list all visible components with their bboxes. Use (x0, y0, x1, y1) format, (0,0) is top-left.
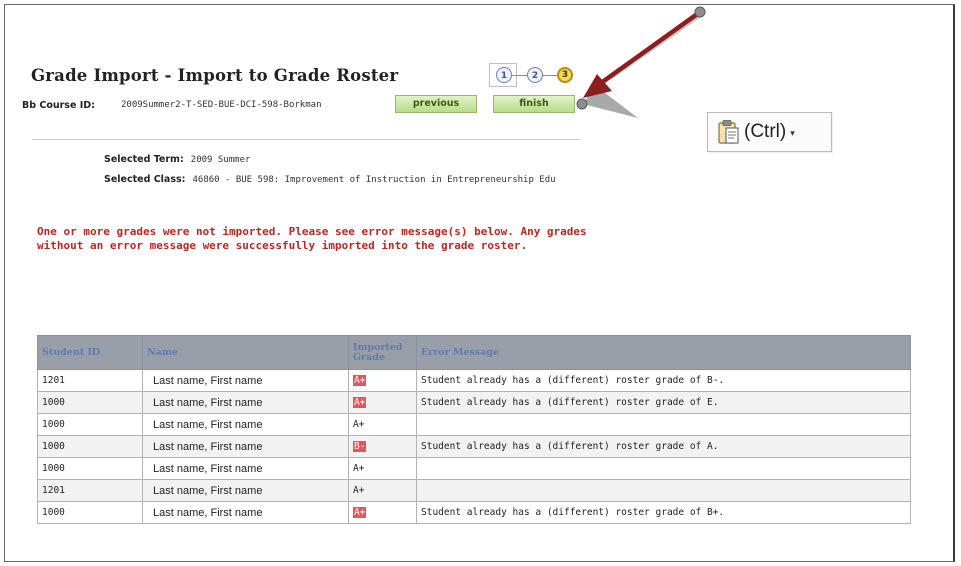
table-row: 1201 Last name, First name A+ Student al… (37, 369, 911, 392)
student-id-cell: 1000 (37, 457, 143, 480)
selected-class-label: Selected Class: (104, 174, 186, 185)
student-name-cell: Last name, First name (142, 413, 349, 436)
grade-roster-table: Student ID Name Imported Grade Error Mes… (37, 335, 911, 524)
student-name-cell: Last name, First name (142, 391, 349, 414)
step-2-indicator[interactable]: 2 (527, 67, 543, 83)
chevron-down-icon: ▾ (790, 128, 795, 139)
student-name-cell: Last name, First name (142, 479, 349, 502)
student-id-cell: 1000 (37, 501, 143, 524)
imported-grade-cell: A+ (348, 479, 417, 502)
student-id-cell: 1201 (37, 479, 143, 502)
error-message-cell: Student already has a (different) roster… (416, 391, 911, 414)
column-header-student-id[interactable]: Student ID (37, 335, 143, 370)
step-3-indicator[interactable]: 3 (557, 67, 573, 83)
flagged-grade: A+ (353, 375, 367, 386)
imported-grade-cell: A+ (348, 369, 417, 392)
table-header-row: Student ID Name Imported Grade Error Mes… (37, 335, 911, 370)
imported-grade-cell: A+ (348, 391, 417, 414)
error-message-cell (416, 479, 911, 502)
flagged-grade: A+ (353, 507, 367, 518)
table-row: 1000 Last name, First name A+ (37, 413, 911, 436)
course-id-value: 2009Summer2-T-SED-BUE-DCI-598-Borkman (121, 100, 322, 110)
selected-term-row: Selected Term: 2009 Summer (104, 154, 250, 165)
import-error-message: One or more grades were not imported. Pl… (37, 225, 587, 252)
student-name-cell: Last name, First name (142, 501, 349, 524)
course-id-row: Bb Course ID: 2009Summer2-T-SED-BUE-DCI-… (22, 100, 321, 111)
student-id-cell: 1000 (37, 391, 143, 414)
imported-grade-cell: A+ (348, 413, 417, 436)
student-name-cell: Last name, First name (142, 435, 349, 458)
step-connector (543, 75, 557, 76)
error-message-cell: Student already has a (different) roster… (416, 501, 911, 524)
table-row: 1000 Last name, First name B- Student al… (37, 435, 911, 458)
selected-class-row: Selected Class: 46860 - BUE 598: Improve… (104, 174, 556, 185)
paste-options-button[interactable]: (Ctrl) ▾ (707, 112, 832, 152)
error-message-cell: Student already has a (different) roster… (416, 435, 911, 458)
student-id-cell: 1000 (37, 435, 143, 458)
selected-term-label: Selected Term: (104, 154, 184, 165)
student-id-cell: 1000 (37, 413, 143, 436)
previous-button[interactable]: previous (395, 95, 477, 113)
column-header-name[interactable]: Name (142, 335, 349, 370)
column-header-error-message[interactable]: Error Message (416, 335, 911, 370)
selected-term-value: 2009 Summer (190, 155, 251, 165)
table-row: 1000 Last name, First name A+ Student al… (37, 501, 911, 524)
student-id-cell: 1201 (37, 369, 143, 392)
student-name-cell: Last name, First name (142, 457, 349, 480)
finish-button[interactable]: finish (493, 95, 575, 113)
course-id-label: Bb Course ID: (22, 100, 95, 111)
table-row: 1201 Last name, First name A+ (37, 479, 911, 502)
imported-grade-cell: A+ (348, 501, 417, 524)
step-connector (512, 75, 527, 76)
table-row: 1000 Last name, First name A+ (37, 457, 911, 480)
paste-options-label: (Ctrl) (744, 121, 787, 142)
error-message-cell (416, 457, 911, 480)
page-title: Grade Import - Import to Grade Roster (31, 66, 399, 85)
selected-class-value: 46860 - BUE 598: Improvement of Instruct… (192, 175, 556, 185)
column-header-imported-grade[interactable]: Imported Grade (348, 335, 417, 370)
error-message-cell: Student already has a (different) roster… (416, 369, 911, 392)
flagged-grade: B- (353, 441, 367, 452)
clipboard-icon (718, 119, 740, 145)
error-message-cell (416, 413, 911, 436)
section-divider (32, 139, 580, 140)
step-1-indicator[interactable]: 1 (496, 67, 512, 83)
wizard-steps: 1 2 3 (487, 63, 582, 89)
table-row: 1000 Last name, First name A+ Student al… (37, 391, 911, 414)
imported-grade-cell: B- (348, 435, 417, 458)
imported-grade-cell: A+ (348, 457, 417, 480)
student-name-cell: Last name, First name (142, 369, 349, 392)
flagged-grade: A+ (353, 397, 367, 408)
